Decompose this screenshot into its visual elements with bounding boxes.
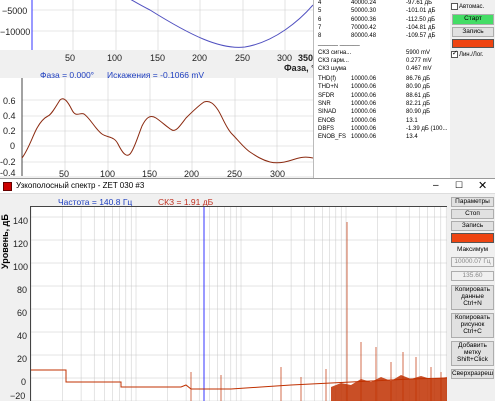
super-resolution-button[interactable]: Сверхразреш [451,369,494,379]
table-row: SFDR 10000.06 88.61 дБ [318,92,431,99]
copy-data-button[interactable]: Копировать данные Ctrl+N [451,285,494,310]
signal-y-tick: −10000 [0,27,31,37]
y-axis-title: Уровень, дБ [0,214,10,269]
table-row: 6 60000.36 -112.50 дБ [318,16,436,23]
table-row: THD(f) 10000.06 86.76 дБ [318,76,431,82]
minimize-icon[interactable]: – [433,180,439,191]
signal-y-tick: −5000 [2,6,28,16]
record-color-swatch[interactable] [452,39,494,48]
add-marker-button[interactable]: Добавить метку Shift+Click [451,341,494,366]
table-row: SNR 10000.06 82.21 дБ [318,100,431,107]
dist-y-tick: 0.4 [3,111,16,121]
app-icon [3,182,12,191]
distortion-plot[interactable]: 0.6 0.4 0.2 0 -0.2 -0.4 [0,78,313,178]
start-button[interactable]: Старт [452,14,494,25]
table-row: СКЗ сигна... 5900 mV [318,49,431,56]
stop-button[interactable]: Стоп [451,209,494,219]
spectrum-y-tick: 100 [13,262,29,272]
dist-y-tick: -0.4 [0,168,16,178]
auto-scale-checkbox[interactable]: Автомас. [451,3,495,13]
signal-x-tick: 100 [107,53,123,63]
measurements-table: 4 40000.24 -97.61 дБ 5 50000.30 -101.01 дБ 6… [313,0,450,178]
dist-y-tick: 0 [10,141,16,151]
spectrum-plot[interactable] [30,206,447,401]
signal-plot-svg [31,0,313,50]
record-button[interactable]: Запись [452,27,494,37]
dist-y-tick: -0.2 [0,157,16,167]
spectrum-y-tick: 80 [17,285,28,295]
spectrum-svg [31,207,447,401]
window-title: Узкополосный спектр - ZET 030 #3 [16,181,145,190]
signal-x-tick: 350 [298,53,314,63]
spectrum-y-tick: 20 [17,354,28,364]
spectrum-controls: Параметры Стоп Запись Максимум 10000.07 … [450,195,495,401]
dist-y-tick: 0.2 [3,126,16,136]
parameters-button[interactable]: Параметры [451,197,494,207]
max-label: Максимум [456,246,489,253]
table-row: СКЗ шума 0.467 mV [318,66,432,73]
max-level-field: 135.60 [451,271,494,281]
record-color-swatch[interactable] [451,233,494,243]
signal-sine-curve [130,0,313,48]
linlog-checkbox[interactable]: Лин./Лог. [451,49,495,61]
table-row: СКЗ гарм... 0.277 mV [318,58,432,65]
copy-picture-button[interactable]: Копировать рисунок Ctrl+C [451,313,494,338]
table-separator: ______ ______ [318,40,360,46]
signal-plot[interactable]: −5000 −10000 [0,0,313,50]
spectrum-y-tick: 0 [21,377,27,387]
title-bar[interactable]: Узкополосный спектр - ZET 030 #3 – ☐ ✕ [0,179,495,194]
table-row: 7 70000.42 -104.81 дБ [318,24,436,31]
record-button[interactable]: Запись [451,221,494,231]
dist-y-tick: 0.6 [3,96,16,106]
close-icon[interactable]: ✕ [478,179,487,192]
table-row: ENOB_FS 10000.06 13.4 [318,134,418,141]
table-row: DBFS 10000.06 -1.39 дБ (100... [318,125,448,132]
max-frequency-field: 10000.07 Гц [451,257,494,267]
distortion-plot-svg [21,78,313,176]
spectrum-y-tick: 140 [13,216,29,226]
signal-x-tick: 200 [192,53,208,63]
signal-x-tick: 150 [150,53,166,63]
spectrum-y-tick: 40 [17,331,28,341]
table-row: THD+N 10000.06 80.90 дБ [318,84,431,91]
table-row: ENOB 10000.06 13.1 [318,117,418,124]
spectrum-y-tick: 120 [13,239,29,249]
table-row: SINAD 10000.06 80.90 дБ [318,109,431,116]
control-panel: Автомас. Старт Запись Лин./Лог. [451,0,495,178]
spectrum-grid [31,207,447,401]
spectrum-y-tick: 60 [17,308,28,318]
signal-x-tick: 50 [65,53,76,63]
checkbox-box[interactable] [451,3,458,10]
spectrum-lines [190,222,442,401]
table-row: 4 40000.24 -97.61 дБ [318,0,433,6]
analysis-window: −5000 −10000 50 100 150 200 250 300 350 … [0,0,495,180]
phase-axis-label: Фаза, ° [284,63,315,73]
checkbox-box[interactable] [451,49,458,58]
signal-x-tick: 250 [235,53,251,63]
maximize-icon[interactable]: ☐ [455,180,463,191]
spectrum-noise-band [331,375,447,401]
table-row: 5 50000.30 -101.01 дБ [318,8,436,15]
spectrum-window: Узкополосный спектр - ZET 030 #3 – ☐ ✕ Ч… [0,178,495,401]
signal-x-tick: 300 [277,53,293,63]
signal-grid [32,0,313,50]
